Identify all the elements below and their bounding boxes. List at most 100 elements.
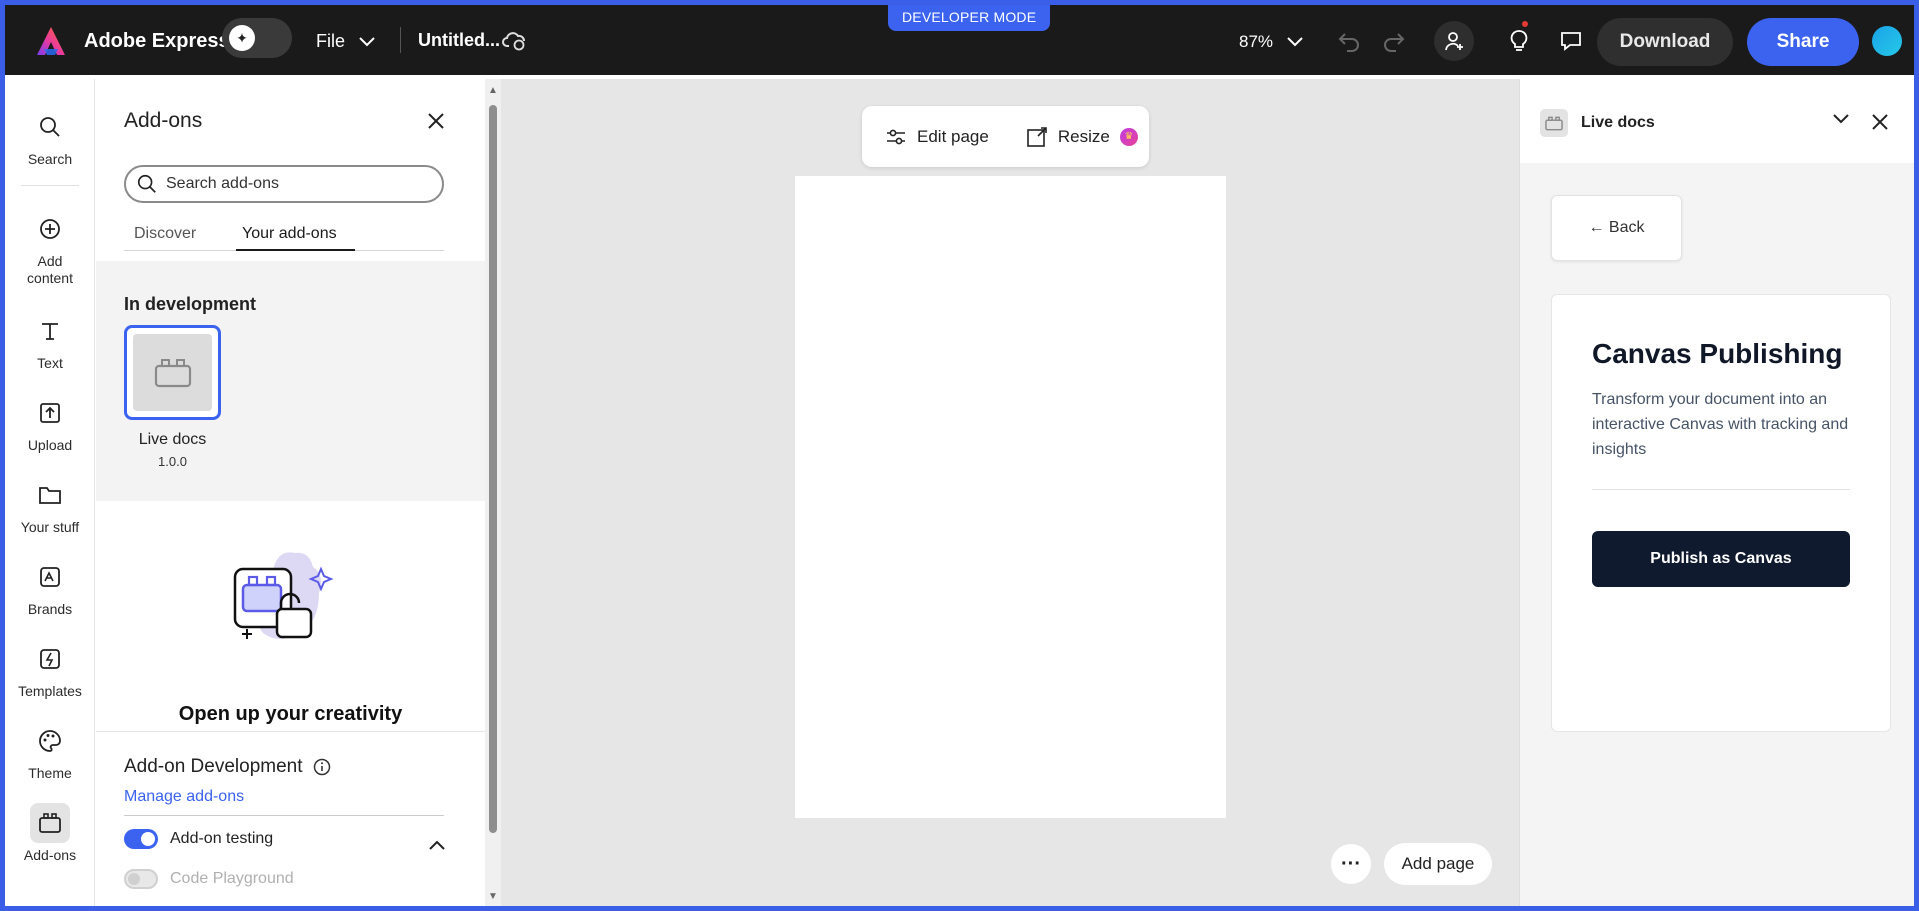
- tab-your-add-ons[interactable]: Your add-ons: [242, 225, 337, 243]
- ellipsis-icon: ···: [1341, 852, 1361, 875]
- search-icon: [137, 174, 156, 193]
- addon-testing-toggle[interactable]: [124, 829, 158, 849]
- app-window: DEVELOPER MODE Adobe Express ✦ File Unti…: [5, 5, 1914, 906]
- text-icon: [42, 323, 58, 340]
- footer-divider: [124, 815, 444, 816]
- rail-item-templates[interactable]: Templates: [5, 639, 95, 699]
- active-tab-indicator: [236, 249, 355, 251]
- rail-label: Search: [27, 151, 73, 167]
- plus-circle-icon: [40, 219, 60, 239]
- lightbulb-icon[interactable]: [1508, 29, 1530, 53]
- brand-icon: [40, 567, 60, 587]
- rail-label: Brands: [27, 601, 73, 617]
- add-page-button[interactable]: Add page: [1384, 843, 1492, 885]
- close-icon[interactable]: [427, 112, 445, 130]
- rail-item-upload[interactable]: Upload: [5, 393, 95, 453]
- document-title[interactable]: Untitled...: [418, 30, 500, 51]
- left-rail: Search Add content Text Upload Your stuf…: [5, 79, 95, 906]
- resize-icon: [1027, 126, 1047, 147]
- scrollbar-thumb[interactable]: [489, 105, 497, 833]
- cloud-sync-icon[interactable]: [502, 29, 528, 51]
- rail-label: Add-ons: [23, 847, 77, 863]
- magic-toggle[interactable]: ✦: [222, 18, 292, 58]
- tab-discover[interactable]: Discover: [134, 225, 196, 243]
- addons-tabs: Discover Your add-ons: [124, 221, 444, 251]
- code-playground-toggle[interactable]: [124, 869, 158, 889]
- addons-panel: Add-ons Search add-ons Discover Your add…: [96, 79, 485, 906]
- share-button[interactable]: Share: [1747, 18, 1859, 66]
- edit-page-button[interactable]: Edit page: [885, 127, 989, 147]
- premium-crown-icon: ♛: [1119, 127, 1138, 146]
- brand-name: Adobe Express: [84, 30, 230, 52]
- palette-icon: [39, 730, 61, 752]
- upload-icon: [40, 403, 60, 423]
- rail-item-search[interactable]: Search: [5, 107, 95, 167]
- file-menu-label: File: [316, 31, 346, 51]
- rail-label: Text: [37, 355, 63, 371]
- resize-button[interactable]: Resize ♛: [1026, 126, 1138, 148]
- close-icon[interactable]: [1871, 113, 1889, 131]
- download-button[interactable]: Download: [1597, 18, 1733, 66]
- addon-placeholder-icon: [154, 358, 191, 387]
- in-development-section: In development Live docs 1.0.0: [96, 261, 485, 501]
- undo-icon[interactable]: [1337, 30, 1361, 52]
- folder-icon: [39, 487, 61, 504]
- rail-item-add-ons[interactable]: Add-ons: [5, 803, 95, 863]
- addon-placeholder-icon: [1540, 109, 1568, 137]
- chevron-down-icon[interactable]: [1832, 113, 1850, 125]
- page-toolbar: Edit page Resize ♛: [862, 106, 1149, 167]
- topbar-divider: [400, 27, 401, 53]
- search-input[interactable]: Search add-ons: [124, 165, 444, 203]
- template-icon: [40, 649, 60, 669]
- rail-item-brands[interactable]: Brands: [5, 557, 95, 617]
- rail-label: Templates: [18, 683, 82, 699]
- addons-icon: [39, 813, 61, 833]
- manage-add-ons-link[interactable]: Manage add-ons: [124, 788, 244, 806]
- panel-scrollbar[interactable]: ▲ ▼: [485, 79, 501, 906]
- scroll-down-icon[interactable]: ▼: [488, 891, 498, 902]
- more-options-button[interactable]: ···: [1331, 844, 1371, 884]
- file-menu[interactable]: File: [316, 31, 375, 52]
- comment-icon[interactable]: [1559, 29, 1583, 53]
- rail-divider: [21, 185, 79, 186]
- canvas-publishing-card: Canvas Publishing Transform your documen…: [1551, 294, 1891, 732]
- rail-item-text[interactable]: Text: [5, 311, 95, 371]
- rail-label: Add content: [27, 253, 73, 286]
- adobe-express-logo-icon[interactable]: [35, 25, 67, 57]
- scroll-up-icon[interactable]: ▲: [488, 85, 498, 96]
- zoom-control[interactable]: 87%: [1239, 32, 1303, 52]
- code-playground-label: Code Playground: [170, 870, 294, 887]
- resize-label: Resize: [1057, 126, 1110, 146]
- live-docs-header: Live docs: [1520, 79, 1914, 163]
- edit-page-label: Edit page: [917, 126, 989, 146]
- info-icon[interactable]: [313, 758, 331, 776]
- chevron-down-icon: [359, 36, 375, 46]
- addon-development-label: Add-on Development: [124, 756, 303, 777]
- redo-icon[interactable]: [1382, 30, 1406, 52]
- back-button[interactable]: ← Back: [1551, 195, 1682, 261]
- person-add-icon: [1445, 32, 1463, 51]
- search-icon: [40, 117, 60, 137]
- rail-item-your-stuff[interactable]: Your stuff: [5, 475, 95, 535]
- card-title: Canvas Publishing: [1592, 338, 1843, 369]
- rail-item-theme[interactable]: Theme: [5, 721, 95, 781]
- avatar[interactable]: [1872, 26, 1902, 56]
- chevron-up-icon[interactable]: [428, 839, 446, 851]
- publish-as-canvas-button[interactable]: Publish as Canvas: [1592, 531, 1850, 587]
- addon-card-live-docs[interactable]: [124, 325, 221, 420]
- addons-illustration-icon: [233, 552, 333, 639]
- card-divider: [1592, 489, 1850, 490]
- zoom-value: 87%: [1239, 32, 1274, 51]
- search-placeholder: Search add-ons: [166, 175, 279, 192]
- sparkle-icon: ✦: [229, 25, 255, 51]
- addon-testing-row: Add-on testing: [124, 829, 273, 849]
- rail-label: Upload: [27, 437, 73, 453]
- addon-name: Live docs: [138, 431, 207, 448]
- document-page[interactable]: [795, 176, 1226, 818]
- live-docs-title: Live docs: [1581, 114, 1655, 131]
- invite-button[interactable]: [1434, 21, 1474, 61]
- rail-item-add-content[interactable]: Add content: [5, 209, 95, 287]
- creativity-heading: Open up your creativity: [178, 703, 403, 725]
- addon-version: 1.0.0: [158, 454, 187, 469]
- section-heading: In development: [124, 294, 257, 314]
